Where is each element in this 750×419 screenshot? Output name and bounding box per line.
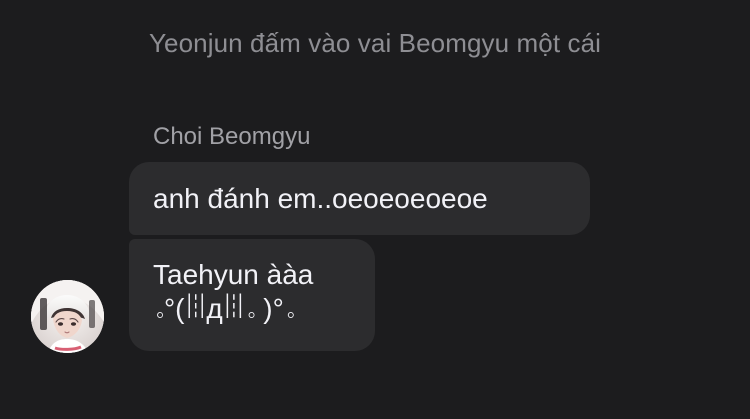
message-bubble[interactable]: anh đánh em..oeoeoeoeoe xyxy=(129,162,590,235)
message-text: anh đánh em..oeoeoeoeoe xyxy=(153,182,488,214)
avatar[interactable] xyxy=(31,280,104,353)
chat-screen: Yeonjun đấm vào vai Beomgyu một cái Choi… xyxy=(0,0,750,419)
sender-name: Choi Beomgyu xyxy=(153,123,311,150)
profile-photo-icon xyxy=(31,280,104,353)
message-bubble[interactable]: Taehyun ààa ｡°(ꈨдꈨ｡ )°｡ xyxy=(129,239,375,351)
message-text-line: Taehyun ààa xyxy=(153,259,314,290)
action-message: Yeonjun đấm vào vai Beomgyu một cái xyxy=(148,28,602,58)
message-text-line: ｡°(ꈨдꈨ｡ )°｡ xyxy=(153,293,295,324)
